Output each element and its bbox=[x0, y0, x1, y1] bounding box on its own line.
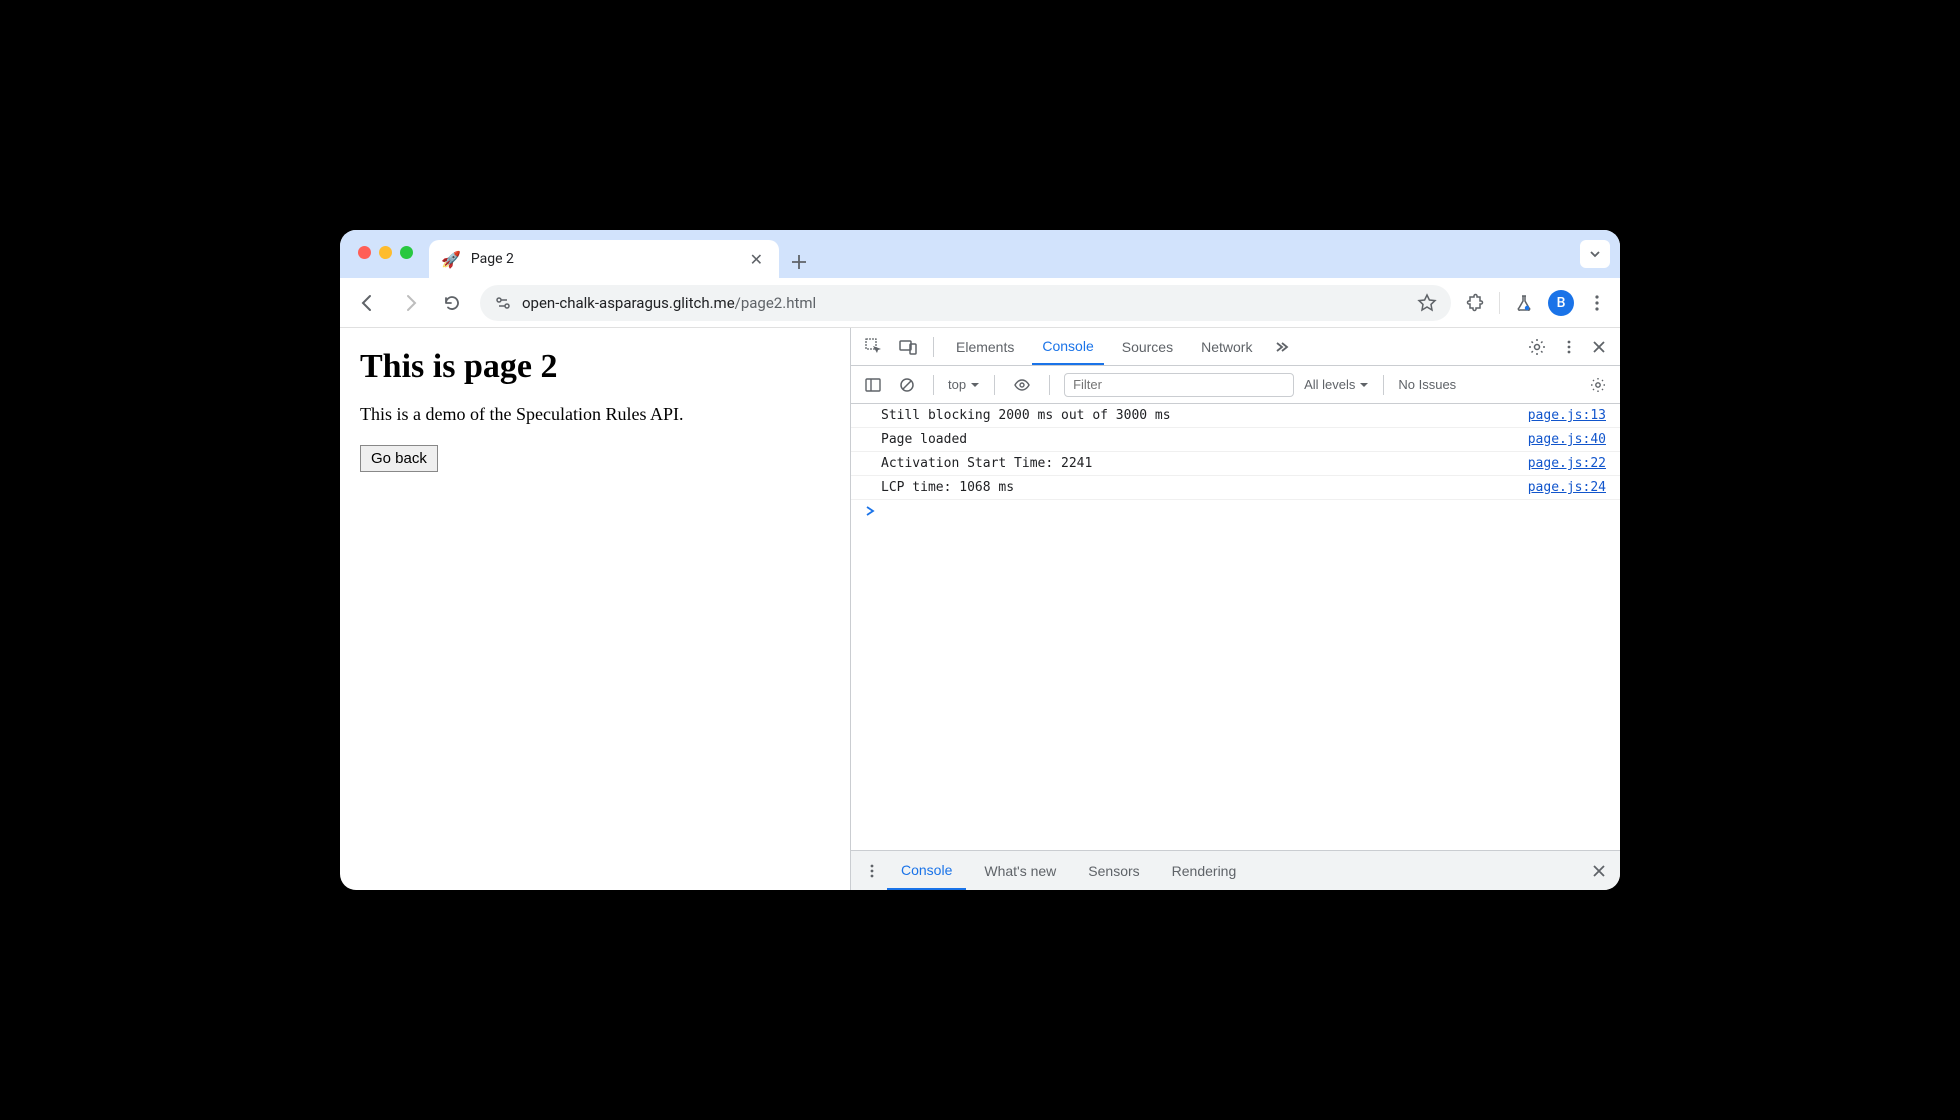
log-message: Activation Start Time: 2241 bbox=[881, 456, 1092, 471]
console-toolbar: top All levels No Issues bbox=[851, 366, 1620, 404]
drawer-menu-icon[interactable] bbox=[861, 860, 883, 882]
toolbar: open-chalk-asparagus.glitch.me/page2.htm… bbox=[340, 278, 1620, 328]
close-tab-icon[interactable]: ✕ bbox=[746, 248, 767, 271]
devtools-menu-icon[interactable] bbox=[1558, 336, 1580, 358]
filter-input[interactable] bbox=[1064, 373, 1294, 397]
separator bbox=[933, 337, 934, 357]
log-levels-dropdown[interactable]: All levels bbox=[1304, 377, 1369, 392]
window-controls bbox=[358, 246, 413, 259]
console-row: Still blocking 2000 ms out of 3000 ms pa… bbox=[851, 404, 1620, 428]
console-log: Still blocking 2000 ms out of 3000 ms pa… bbox=[851, 404, 1620, 850]
drawer-tab-sensors[interactable]: Sensors bbox=[1074, 853, 1153, 889]
log-source-link[interactable]: page.js:24 bbox=[1528, 480, 1606, 495]
close-devtools-icon[interactable] bbox=[1588, 336, 1610, 358]
page-content: This is page 2 This is a demo of the Spe… bbox=[340, 328, 850, 890]
browser-tab[interactable]: 🚀 Page 2 ✕ bbox=[429, 240, 779, 278]
log-source-link[interactable]: page.js:13 bbox=[1528, 408, 1606, 423]
log-source-link[interactable]: page.js:22 bbox=[1528, 456, 1606, 471]
log-source-link[interactable]: page.js:40 bbox=[1528, 432, 1606, 447]
separator bbox=[994, 375, 995, 395]
settings-gear-icon[interactable] bbox=[1524, 334, 1550, 360]
devtools-tab-bar: Elements Console Sources Network bbox=[851, 328, 1620, 366]
tab-network[interactable]: Network bbox=[1191, 330, 1262, 364]
console-row: Activation Start Time: 2241 page.js:22 bbox=[851, 452, 1620, 476]
console-row: LCP time: 1068 ms page.js:24 bbox=[851, 476, 1620, 500]
device-toggle-icon[interactable] bbox=[895, 334, 921, 360]
url-text: open-chalk-asparagus.glitch.me/page2.htm… bbox=[522, 294, 1407, 312]
context-dropdown[interactable]: top bbox=[948, 377, 980, 392]
tab-elements[interactable]: Elements bbox=[946, 330, 1024, 364]
labs-icon[interactable] bbox=[1514, 293, 1534, 313]
separator bbox=[933, 375, 934, 395]
maximize-window-button[interactable] bbox=[400, 246, 413, 259]
drawer-tab-rendering[interactable]: Rendering bbox=[1158, 853, 1251, 889]
inspect-element-icon[interactable] bbox=[861, 334, 887, 360]
tab-console[interactable]: Console bbox=[1032, 329, 1103, 365]
console-settings-gear-icon[interactable] bbox=[1586, 373, 1610, 397]
forward-button[interactable] bbox=[396, 289, 424, 317]
drawer-tab-console[interactable]: Console bbox=[887, 852, 966, 890]
console-prompt[interactable] bbox=[851, 500, 1620, 522]
separator bbox=[1049, 375, 1050, 395]
tab-sources[interactable]: Sources bbox=[1112, 330, 1183, 364]
content-area: This is page 2 This is a demo of the Spe… bbox=[340, 328, 1620, 890]
separator bbox=[1383, 375, 1384, 395]
go-back-button[interactable]: Go back bbox=[360, 445, 438, 472]
devtools-drawer: Console What's new Sensors Rendering bbox=[851, 850, 1620, 890]
page-heading: This is page 2 bbox=[360, 348, 830, 386]
clear-console-icon[interactable] bbox=[895, 373, 919, 397]
tab-strip: 🚀 Page 2 ✕ bbox=[340, 230, 1620, 278]
console-row: Page loaded page.js:40 bbox=[851, 428, 1620, 452]
log-message: LCP time: 1068 ms bbox=[881, 480, 1014, 495]
page-description: This is a demo of the Speculation Rules … bbox=[360, 404, 830, 425]
extensions-icon[interactable] bbox=[1465, 293, 1485, 313]
drawer-tab-whatsnew[interactable]: What's new bbox=[970, 853, 1070, 889]
toolbar-separator bbox=[1499, 292, 1500, 314]
log-message: Page loaded bbox=[881, 432, 967, 447]
close-drawer-icon[interactable] bbox=[1588, 860, 1610, 882]
devtools-panel: Elements Console Sources Network bbox=[850, 328, 1620, 890]
more-tabs-icon[interactable] bbox=[1270, 335, 1294, 359]
minimize-window-button[interactable] bbox=[379, 246, 392, 259]
close-window-button[interactable] bbox=[358, 246, 371, 259]
toggle-sidebar-icon[interactable] bbox=[861, 373, 885, 397]
tab-title: Page 2 bbox=[471, 251, 736, 267]
reload-button[interactable] bbox=[438, 289, 466, 317]
bookmark-star-icon[interactable] bbox=[1417, 293, 1437, 313]
address-bar[interactable]: open-chalk-asparagus.glitch.me/page2.htm… bbox=[480, 285, 1451, 321]
menu-icon[interactable] bbox=[1588, 294, 1606, 312]
back-button[interactable] bbox=[354, 289, 382, 317]
new-tab-button[interactable] bbox=[791, 254, 807, 270]
tab-search-button[interactable] bbox=[1580, 240, 1610, 268]
browser-window: 🚀 Page 2 ✕ open-chalk-asparagus.glitch.m… bbox=[340, 230, 1620, 890]
issues-label[interactable]: No Issues bbox=[1398, 377, 1456, 392]
profile-avatar[interactable]: B bbox=[1548, 290, 1574, 316]
tab-favicon-icon: 🚀 bbox=[441, 250, 461, 269]
live-expression-icon[interactable] bbox=[1009, 372, 1035, 398]
log-message: Still blocking 2000 ms out of 3000 ms bbox=[881, 408, 1171, 423]
site-info-icon[interactable] bbox=[494, 294, 512, 312]
